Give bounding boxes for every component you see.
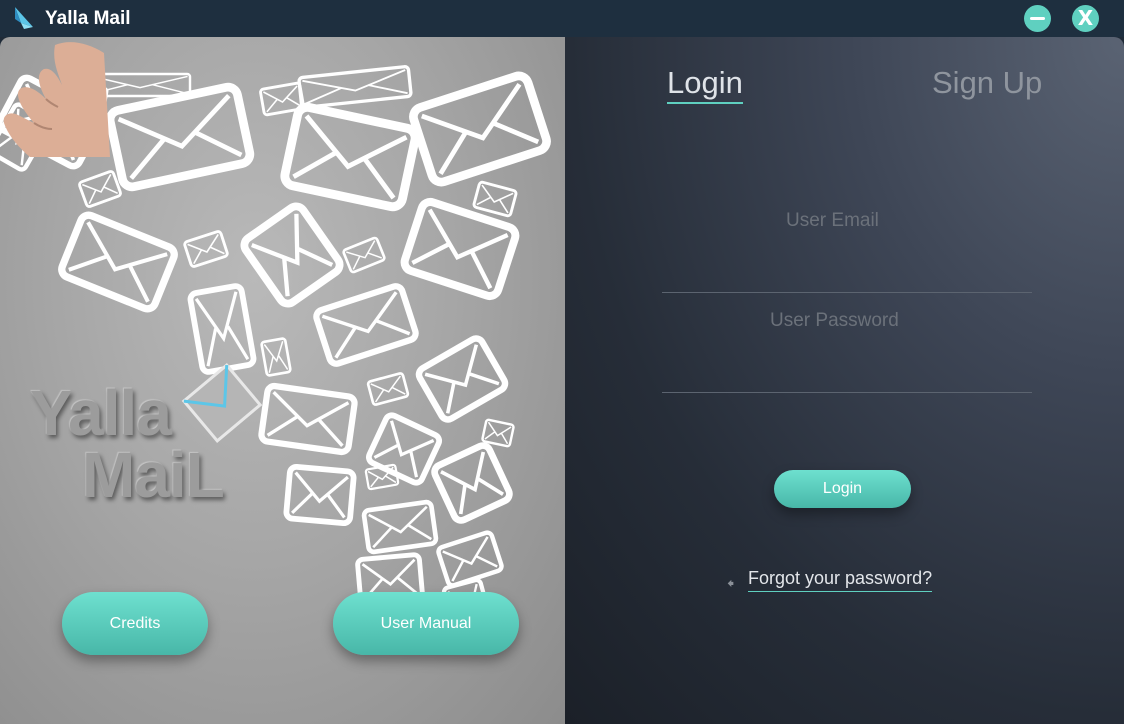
password-field[interactable] (662, 350, 1032, 393)
envelope-shape (183, 230, 229, 268)
envelope-shape (297, 65, 413, 109)
email-field[interactable] (662, 250, 1032, 293)
envelope-shape (258, 382, 358, 456)
title-bar: Yalla Mail X (0, 0, 1124, 37)
credits-button[interactable]: Credits (62, 592, 208, 655)
envelope-shape (259, 81, 305, 117)
envelope-shape (280, 102, 420, 212)
envelope-shape (481, 418, 515, 448)
envelope-shape (187, 283, 257, 375)
envelope-shape (415, 335, 509, 423)
login-button[interactable]: Login (774, 470, 911, 508)
envelope-shape (58, 211, 178, 313)
tab-sign-up[interactable]: Sign Up (932, 65, 1042, 101)
envelope-shape (342, 236, 386, 274)
envelope-shape (105, 82, 255, 192)
envelope-shape (361, 499, 439, 555)
hero-image-panel: Yalla MaiL Credits User Manual (0, 37, 565, 724)
envelope-shape (366, 372, 410, 406)
brand-watermark: Yalla MaiL (30, 381, 225, 511)
envelope-shape (365, 412, 443, 486)
envelope-shape (283, 463, 357, 527)
envelope-shape (431, 442, 513, 524)
hand-image (3, 42, 110, 157)
envelope-shape (240, 202, 344, 308)
brand-line-2: MaiL (82, 439, 225, 511)
envelope-shape (313, 283, 419, 367)
app-title: Yalla Mail (45, 8, 131, 29)
user-manual-button[interactable]: User Manual (333, 592, 519, 655)
arrow-left-icon: 🠸 (727, 576, 735, 592)
forgot-password-label: Forgot your password? (748, 568, 933, 592)
close-icon: X (1077, 6, 1094, 30)
tab-login[interactable]: Login (667, 65, 743, 104)
minimize-button[interactable] (1024, 5, 1051, 32)
envelope-shape (409, 71, 551, 187)
login-panel: Login Sign Up User Email User Password L… (565, 37, 1124, 724)
envelope-shape (78, 170, 122, 208)
email-label: User Email (786, 210, 879, 231)
app-logo-icon (15, 7, 33, 29)
envelope-shape (472, 180, 518, 218)
envelope-shape (260, 337, 292, 377)
close-button[interactable]: X (1072, 5, 1099, 32)
envelope-shape (436, 530, 504, 588)
password-label: User Password (770, 310, 899, 331)
